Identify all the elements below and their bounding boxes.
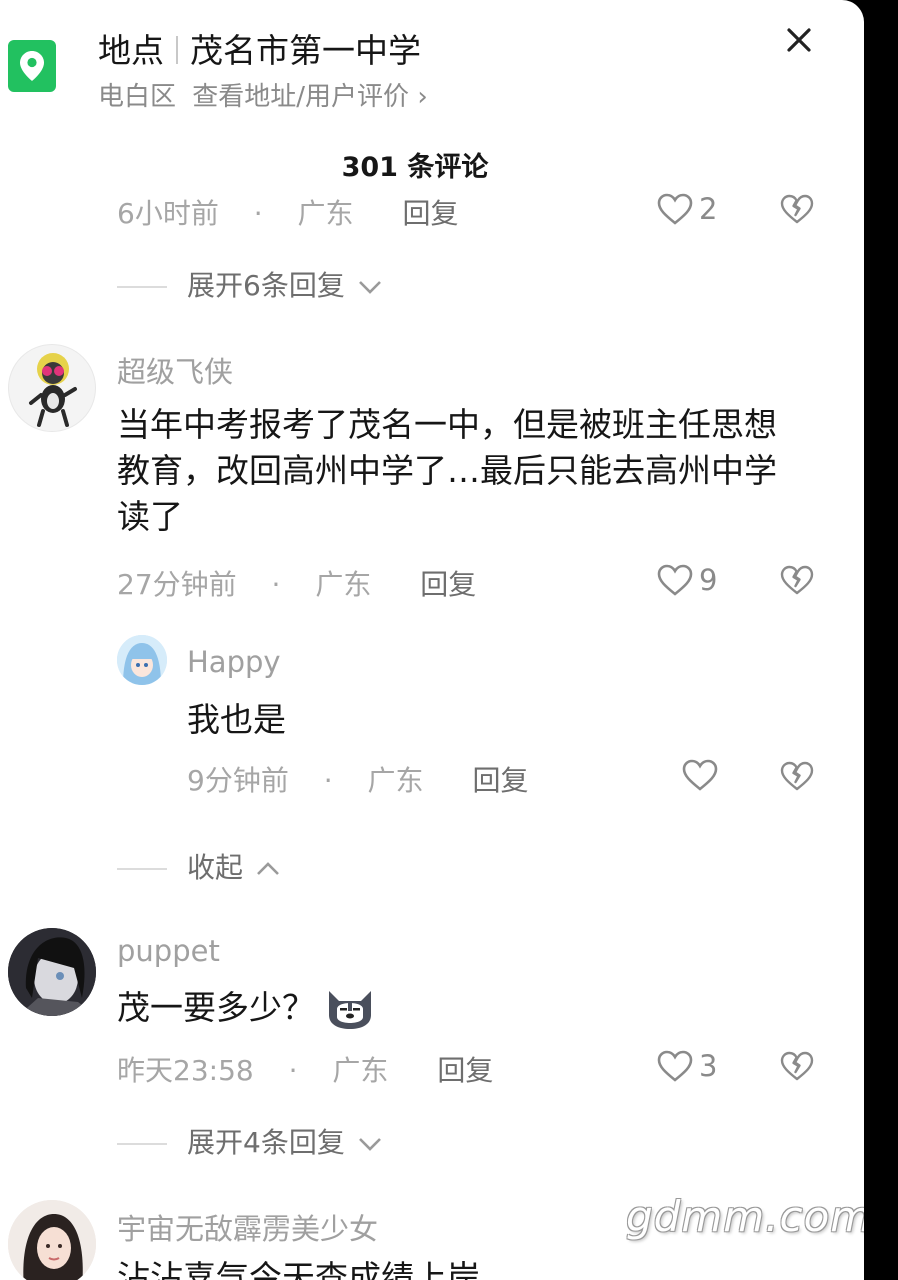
reply-button[interactable]: 回复 [472, 764, 528, 797]
reply-button[interactable]: 回复 [420, 568, 476, 601]
reply-button[interactable]: 回复 [437, 1054, 493, 1087]
comment-body: 茂一要多少？ [117, 985, 375, 1031]
like-count: 3 [699, 1049, 718, 1083]
broken-heart-icon [780, 565, 814, 595]
location-name: 茂名市第一中学 [190, 31, 421, 70]
screen-edge [864, 0, 898, 1280]
comment-text: 茂一要多少？ [117, 988, 315, 1027]
location-title[interactable]: 地点 茂名市第一中学 [98, 24, 421, 72]
avatar[interactable] [8, 928, 96, 1016]
comment-time: 27分钟前 [117, 568, 237, 601]
broken-heart-icon [780, 761, 814, 791]
anime-avatar-icon [117, 635, 167, 685]
comment-region: 广东 [297, 197, 354, 230]
like-count: 2 [699, 192, 718, 226]
comment-meta: 6小时前 · 广东 回复 [117, 192, 458, 232]
expand-replies-label: 展开4条回复 [187, 1126, 345, 1159]
chevron-down-icon [358, 281, 381, 294]
watermark: gdmm.com [626, 1192, 864, 1241]
meta-dot: · [253, 197, 263, 230]
like-button[interactable]: 3 [657, 1049, 717, 1083]
chevron-up-icon [257, 862, 279, 875]
like-count: 9 [699, 563, 718, 597]
expand-replies[interactable]: 展开6条回复 [117, 264, 384, 304]
comment-text: 沾沾喜气今天查成绩上岸 [117, 1258, 480, 1280]
husky-emoji-icon [329, 991, 371, 1029]
like-button[interactable] [682, 759, 718, 791]
dislike-button[interactable] [780, 194, 814, 224]
collapse-replies[interactable]: 收起 [117, 846, 282, 886]
comment-time: 6小时前 [117, 197, 219, 230]
title-divider [176, 36, 178, 64]
heart-icon [657, 564, 693, 596]
comment-region: 广东 [367, 764, 424, 797]
heart-icon [682, 759, 718, 791]
divider-line [117, 1143, 167, 1145]
divider-line [117, 868, 167, 870]
monkey-avatar-icon [29, 353, 77, 427]
comment-meta: 27分钟前 · 广东 回复 [117, 563, 476, 603]
avatar[interactable] [8, 344, 96, 432]
comment-text: 当年中考报考了茂名一中，但是被班主任思想教育，改回高州中学了…最后只能去高州中学… [117, 405, 777, 536]
broken-heart-icon [780, 1051, 814, 1081]
reply-button[interactable]: 回复 [402, 197, 458, 230]
meta-dot: · [288, 1054, 298, 1087]
username[interactable]: puppet [117, 934, 220, 968]
username[interactable]: 宇宙无敌霹雳美少女 [117, 1206, 378, 1248]
collapse-label: 收起 [187, 851, 244, 884]
expand-replies[interactable]: 展开4条回复 [117, 1121, 384, 1161]
view-address-link[interactable]: 查看地址/用户评价 [192, 82, 409, 112]
comment-time: 9分钟前 [187, 764, 289, 797]
close-button[interactable] [781, 22, 817, 58]
dark-portrait-avatar-icon [8, 928, 96, 1016]
map-pin-icon [8, 40, 56, 92]
location-subtitle[interactable]: 电白区 查看地址/用户评价 › [98, 76, 428, 113]
district: 电白区 [98, 82, 177, 112]
comment-time: 昨天23:58 [117, 1054, 254, 1087]
broken-heart-icon [780, 194, 814, 224]
location-label: 地点 [98, 31, 164, 70]
dislike-button[interactable] [780, 1051, 814, 1081]
meta-dot: · [323, 764, 333, 797]
chevron-down-icon [358, 1138, 381, 1151]
dislike-button[interactable] [780, 565, 814, 595]
comment-panel: 地点 茂名市第一中学 电白区 查看地址/用户评价 › 301 条评论 6小时前 ·… [0, 0, 864, 1280]
expand-replies-label: 展开6条回复 [187, 269, 345, 302]
like-button[interactable]: 9 [657, 563, 717, 597]
like-button[interactable]: 2 [657, 192, 717, 226]
username[interactable]: Happy [187, 645, 281, 679]
comment-region: 广东 [332, 1054, 389, 1087]
heart-icon [657, 1050, 693, 1082]
divider-line [117, 286, 167, 288]
comment-meta: 9分钟前 · 广东 回复 [187, 759, 528, 799]
meta-dot: · [271, 568, 281, 601]
comment-region: 广东 [315, 568, 372, 601]
dislike-button[interactable] [780, 761, 814, 791]
close-icon [787, 28, 811, 52]
comment-meta: 昨天23:58 · 广东 回复 [117, 1049, 493, 1089]
chevron-right-icon: › [417, 82, 428, 112]
comment-text: 我也是 [187, 700, 286, 739]
username[interactable]: 超级飞侠 [117, 349, 233, 391]
heart-icon [657, 193, 693, 225]
avatar[interactable] [117, 635, 167, 685]
avatar[interactable] [8, 1200, 96, 1280]
comments-count: 301 条评论 [341, 152, 489, 183]
girl-portrait-avatar-icon [8, 1200, 96, 1280]
